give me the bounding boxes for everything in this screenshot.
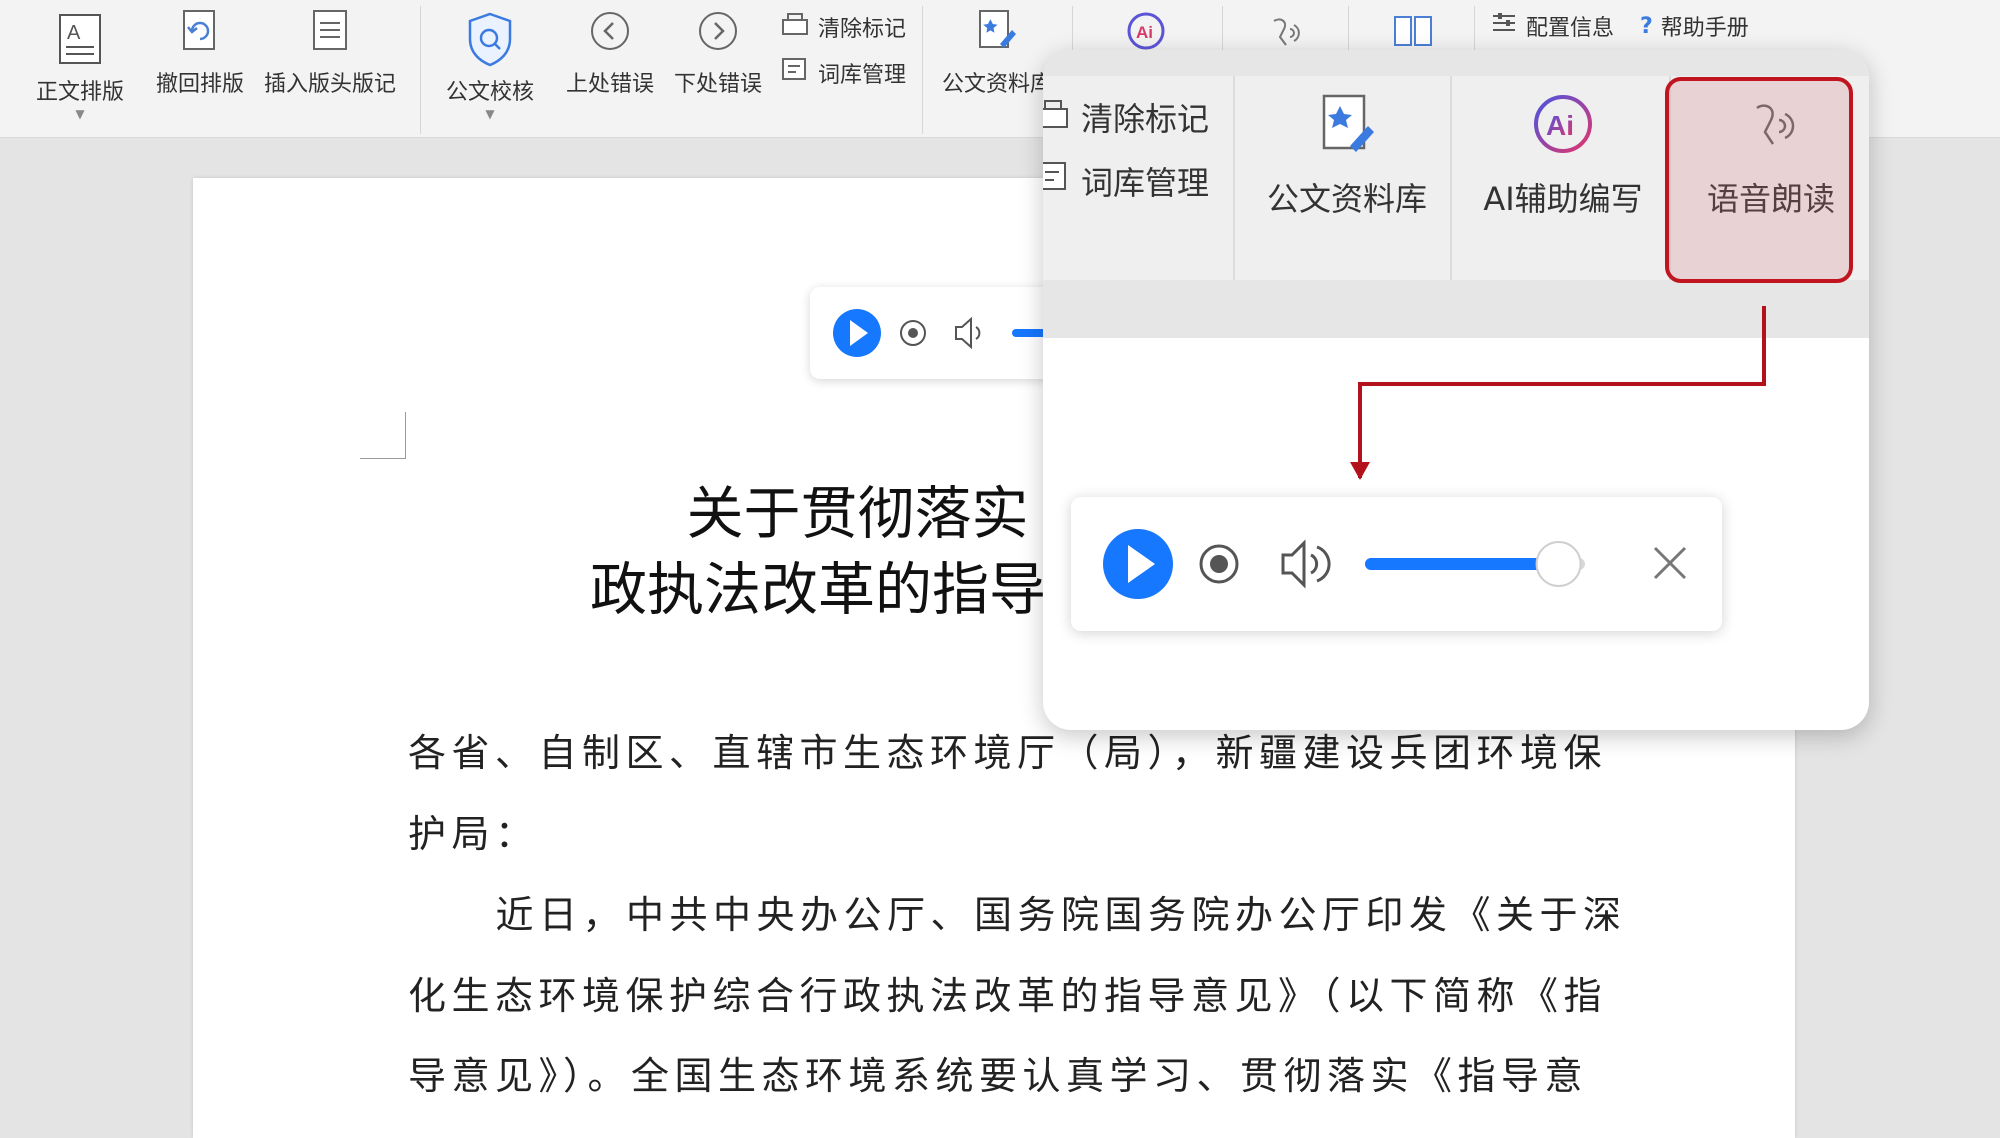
page-margin-marker [360, 412, 406, 459]
lexicon-icon [780, 56, 810, 90]
tts-highlight-box [1665, 77, 1853, 283]
arrow-down-icon [1350, 462, 1370, 480]
insert-header-button[interactable]: 插入版头版记 [264, 4, 396, 98]
body-paragraph-line: 近日，中共中央办公厅、国务院国务院办公厅印发《关于深 [452, 893, 1627, 937]
document-format-icon: A [52, 12, 108, 66]
body-paragraph-line: 导意见》）。全国生态环境系统要认真学习、贯彻落实《指导意 [408, 1054, 1589, 1098]
connector-line [1358, 382, 1766, 386]
body-paragraph-line: 护局： [408, 812, 539, 856]
library-label: 公文资料库 [942, 72, 1053, 97]
volume-icon[interactable] [955, 316, 981, 350]
header-document-icon [302, 4, 358, 58]
svg-text:Ai: Ai [1136, 23, 1153, 42]
lexicon-label: 词库管理 [818, 63, 907, 88]
typeset-label: 正文排版 [36, 80, 125, 105]
ai-icon: Ai [1531, 92, 1595, 160]
lexicon-button[interactable]: 词库管理 [780, 56, 906, 90]
ribbon-divider [420, 6, 421, 134]
chevron-left-icon [582, 4, 638, 58]
lexicon-icon [1043, 159, 1071, 203]
eraser-icon [1043, 95, 1071, 139]
ribbon-divider [1450, 76, 1452, 280]
help-label: 帮助手册 [1660, 16, 1749, 41]
zoom-library-label: 公文资料库 [1266, 180, 1427, 218]
zoom-ai-assist-button[interactable]: Ai AI辅助编写 [1463, 92, 1663, 220]
proofread-label: 公文校核 [446, 80, 535, 105]
insert-header-label: 插入版头版记 [264, 72, 397, 97]
next-error-label: 下处错误 [674, 72, 763, 97]
chevron-down-icon[interactable]: ▼ [75, 108, 84, 120]
stop-icon[interactable] [900, 320, 926, 346]
zoom-clear-marks-button[interactable]: 清除标记 [1043, 94, 1209, 140]
zoom-lexicon-label: 词库管理 [1081, 164, 1210, 202]
help-icon: ? [1640, 13, 1653, 39]
clear-marks-label: 清除标记 [818, 17, 907, 42]
volume-slider[interactable] [1365, 541, 1585, 587]
document-edit-icon [969, 4, 1025, 58]
zoom-ai-assist-label: AI辅助编写 [1483, 180, 1643, 218]
ribbon-divider [922, 6, 923, 134]
tts-player-mini [810, 287, 1070, 379]
chevron-down-icon[interactable]: ▼ [485, 108, 494, 120]
undo-document-icon [172, 4, 228, 58]
eraser-icon [780, 10, 810, 44]
settings-sliders-icon [1490, 10, 1518, 42]
play-icon[interactable] [833, 309, 881, 357]
play-icon[interactable] [1103, 529, 1173, 599]
ribbon-divider [1233, 76, 1235, 280]
chevron-right-icon [690, 4, 746, 58]
prev-error-label: 上处错误 [566, 72, 655, 97]
config-label: 配置信息 [1526, 16, 1615, 41]
svg-text:A: A [67, 22, 81, 44]
zoom-clear-marks-label: 清除标记 [1081, 100, 1210, 138]
proofread-button[interactable]: 公文校核 ▼ [446, 12, 534, 120]
zoom-library-button[interactable]: 公文资料库 [1261, 92, 1433, 220]
zoom-lexicon-button[interactable]: 词库管理 [1043, 158, 1209, 204]
stop-icon[interactable] [1199, 544, 1239, 584]
prev-error-button[interactable]: 上处错误 [566, 4, 654, 98]
help-button[interactable]: ? 帮助手册 [1640, 10, 1749, 42]
close-icon[interactable] [1653, 546, 1687, 580]
typeset-button[interactable]: A 正文排版 ▼ [36, 12, 124, 120]
body-paragraph-line: 各省、自制区、直辖市生态环境厅（局），新疆建设兵团环境保 [408, 731, 1608, 775]
config-button[interactable]: 配置信息 [1490, 10, 1614, 42]
undo-typeset-button[interactable]: 撤回排版 [156, 4, 244, 98]
svg-text:Ai: Ai [1546, 110, 1574, 141]
undo-typeset-label: 撤回排版 [156, 72, 245, 97]
connector-line [1762, 306, 1766, 386]
volume-icon[interactable] [1281, 539, 1331, 589]
library-button[interactable]: 公文资料库 [942, 4, 1052, 98]
next-error-button[interactable]: 下处错误 [674, 4, 762, 98]
body-paragraph-line: 化生态环境保护综合行政执法改革的指导意见》（以下简称《指 [408, 974, 1608, 1018]
tts-player [1071, 497, 1722, 631]
clear-marks-button[interactable]: 清除标记 [780, 10, 906, 44]
document-edit-icon [1316, 92, 1378, 160]
shield-search-icon [462, 12, 518, 67]
